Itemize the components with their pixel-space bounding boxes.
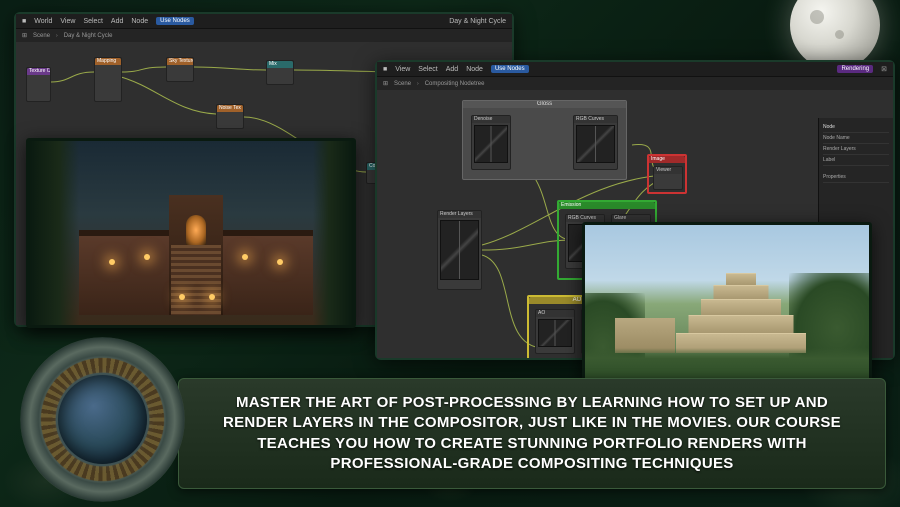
day-scene xyxy=(585,225,869,383)
node-ao-curves[interactable]: AO xyxy=(535,309,575,354)
scene-icon: ⊞ xyxy=(22,32,27,39)
render-preview-night xyxy=(26,138,356,328)
left-menu-world[interactable]: World xyxy=(34,18,52,25)
node-image-viewer[interactable]: Viewer xyxy=(653,166,683,190)
right-menu-add[interactable]: Add xyxy=(446,66,458,73)
ornamental-ring xyxy=(20,337,185,502)
night-scene xyxy=(29,141,353,325)
right-menu-select[interactable]: Select xyxy=(418,66,437,73)
right-menu-node[interactable]: Node xyxy=(466,66,483,73)
right-crumb-tree[interactable]: Compositing Nodetree xyxy=(425,81,485,87)
node-mapping[interactable]: Mapping xyxy=(94,57,122,102)
left-crumb-scene[interactable]: Scene xyxy=(33,33,50,39)
side-r2[interactable]: Render Layers xyxy=(823,144,889,155)
scene-icon-2: ⊞ xyxy=(383,80,388,87)
node-render-layers[interactable]: Render Layers xyxy=(437,210,482,290)
side-r1[interactable]: Node Name xyxy=(823,133,889,144)
left-menu-node[interactable]: Node xyxy=(131,18,148,25)
side-r4[interactable]: Properties xyxy=(823,172,889,183)
chevron-right-icon-2: › xyxy=(417,81,419,87)
right-crumb-scene[interactable]: Scene xyxy=(394,81,411,87)
node-gloss-curves[interactable]: RGB Curves xyxy=(573,115,618,170)
right-use-nodes-badge[interactable]: Use Nodes xyxy=(491,65,529,73)
left-menu-add[interactable]: Add xyxy=(111,18,123,25)
left-menu-view[interactable]: View xyxy=(60,18,75,25)
node-texcoord[interactable]: Texture Coord xyxy=(26,67,51,102)
chevron-right-icon: › xyxy=(56,33,58,39)
frame-image[interactable]: Image Viewer xyxy=(647,154,687,194)
left-breadcrumb: ⊞ Scene › Day & Night Cycle xyxy=(16,29,512,42)
node-skytex[interactable]: Sky Texture xyxy=(166,57,194,82)
right-topbar: ■ View Select Add Node Use Nodes Renderi… xyxy=(377,62,893,77)
close-icon[interactable]: ⊠ xyxy=(881,65,887,73)
left-crumb-world[interactable]: Day & Night Cycle xyxy=(64,33,113,39)
promo-text: Master the art of post-processing by lea… xyxy=(203,393,861,474)
left-editor-type[interactable]: ■ xyxy=(22,18,26,25)
node-noise[interactable]: Noise Tex xyxy=(216,104,244,129)
side-heading: Node xyxy=(823,122,889,133)
right-menu-view[interactable]: View xyxy=(395,66,410,73)
promo-text-bar: Master the art of post-processing by lea… xyxy=(178,378,886,489)
right-editor-type[interactable]: ■ xyxy=(383,66,387,73)
left-topbar: ■ World View Select Add Node Use Nodes D… xyxy=(16,14,512,29)
left-menu-select[interactable]: Select xyxy=(83,18,102,25)
right-breadcrumb: ⊞ Scene › Compositing Nodetree xyxy=(377,77,893,90)
node-gloss-denoise[interactable]: Denoise xyxy=(471,115,511,170)
side-r3[interactable]: Label xyxy=(823,155,889,166)
right-rendering-badge[interactable]: Rendering xyxy=(837,65,873,73)
node-mix[interactable]: Mix xyxy=(266,60,294,85)
render-preview-day xyxy=(582,222,872,386)
frame-gloss[interactable]: Gloss Denoise RGB Curves xyxy=(462,100,627,180)
left-top-right-item[interactable]: Day & Night Cycle xyxy=(449,18,506,25)
left-use-nodes-badge[interactable]: Use Nodes xyxy=(156,17,194,25)
